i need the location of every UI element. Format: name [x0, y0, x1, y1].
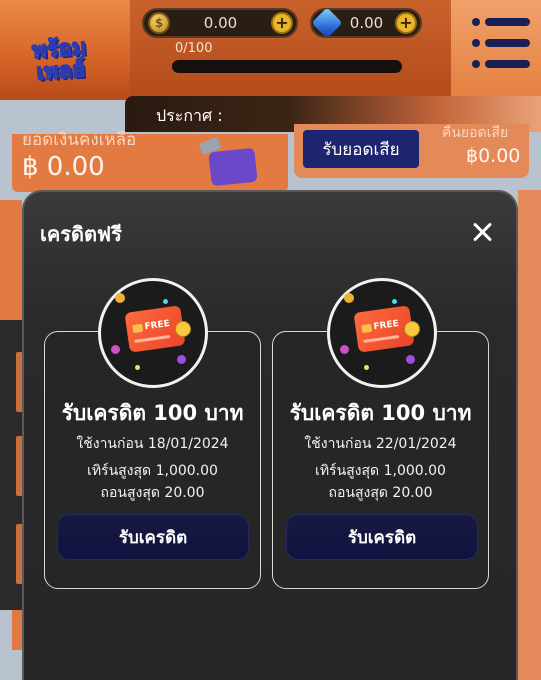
loss-title: คืนยอดเสีย [442, 125, 509, 141]
logo-line-2: เพลย์ [35, 57, 87, 87]
gem-balance-pill: 0.00 + [310, 7, 422, 39]
wallet-title: ยอดเงินคงเหลือ [22, 130, 137, 150]
offer-max-withdraw: ถอนสูงสุด 20.00 [328, 485, 433, 501]
receive-credit-button[interactable]: รับเครดิต [286, 514, 478, 560]
offer-heading: รับเครดิต 100 บาท [61, 401, 244, 425]
claim-loss-button[interactable]: รับยอดเสีย [303, 130, 419, 168]
offer-max-withdraw: ถอนสูงสุด 20.00 [100, 485, 205, 501]
receive-credit-button[interactable]: รับเครดิต [57, 514, 249, 560]
free-badge-text: FREE [143, 318, 171, 333]
close-icon[interactable] [470, 220, 494, 244]
free-credit-card-icon: FREE [327, 278, 437, 388]
free-badge-text: FREE [372, 318, 400, 333]
coin-icon: $ [148, 12, 170, 34]
gem-icon [311, 7, 343, 39]
modal-title: เครดิตฟรี [40, 222, 122, 246]
offer-expiry: ใช้งานก่อน 22/01/2024 [304, 436, 457, 452]
background-tile [0, 200, 22, 320]
loss-amount: ฿0.00 [466, 145, 521, 167]
brand-logo[interactable]: พร้อม เพลย์ [12, 29, 108, 93]
menu-icon[interactable] [472, 18, 530, 68]
offer-expiry: ใช้งานก่อน 18/01/2024 [76, 436, 229, 452]
coin-balance-value: 0.00 [203, 14, 238, 32]
background-tile [518, 190, 541, 680]
coin-balance-pill: $ 0.00 + [142, 8, 298, 38]
wallet-icon [208, 147, 258, 187]
offer-max-turnover: เทิร์นสูงสุด 1,000.00 [87, 463, 218, 479]
offer-heading: รับเครดิต 100 บาท [289, 401, 472, 425]
add-coin-button[interactable]: + [271, 12, 293, 34]
announcement-label: ประกาศ : [156, 106, 223, 125]
offer-max-turnover: เทิร์นสูงสุด 1,000.00 [315, 463, 446, 479]
progress-label: 0/100 [175, 41, 213, 56]
add-gem-button[interactable]: + [395, 12, 417, 34]
gem-balance-value: 0.00 [349, 14, 384, 32]
progress-bar [172, 60, 402, 73]
free-credit-card-icon: FREE [98, 278, 208, 388]
wallet-amount: ฿ 0.00 [22, 152, 105, 182]
